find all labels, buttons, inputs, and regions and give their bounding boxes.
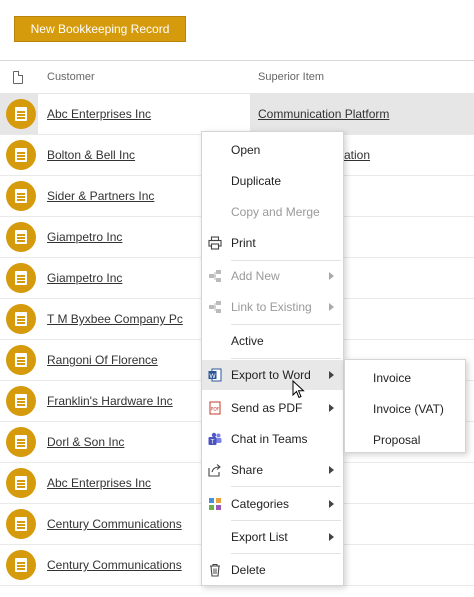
link-existing-icon bbox=[209, 301, 221, 313]
printer-icon bbox=[208, 236, 222, 250]
record-icon bbox=[6, 140, 36, 170]
list-header: Customer Superior Item bbox=[0, 60, 474, 94]
context-menu: Open Duplicate Copy and Merge Print Add … bbox=[201, 131, 344, 586]
categories-icon bbox=[209, 498, 221, 510]
chevron-right-icon bbox=[329, 466, 334, 474]
chevron-right-icon bbox=[329, 371, 334, 379]
menu-item-active[interactable]: Active bbox=[202, 326, 343, 356]
menu-item-delete[interactable]: Delete bbox=[202, 555, 343, 585]
column-header-customer[interactable]: Customer bbox=[47, 71, 95, 83]
menu-separator bbox=[231, 324, 341, 325]
document-icon bbox=[13, 70, 24, 84]
svg-text:PDF: PDF bbox=[211, 407, 220, 413]
record-icon bbox=[6, 427, 36, 457]
record-icon bbox=[6, 345, 36, 375]
table-row[interactable]: Abc Enterprises Inc Communication Platfo… bbox=[0, 94, 474, 135]
export-to-word-submenu: Invoice Invoice (VAT) Proposal bbox=[344, 359, 466, 453]
submenu-item-invoice[interactable]: Invoice bbox=[345, 362, 465, 392]
menu-item-categories[interactable]: Categories bbox=[202, 489, 343, 519]
menu-item-send-as-pdf[interactable]: PDF Send as PDF bbox=[202, 393, 343, 423]
menu-item-export-list[interactable]: Export List bbox=[202, 522, 343, 552]
column-header-superior-item[interactable]: Superior Item bbox=[258, 71, 324, 83]
superior-item-link[interactable]: Communication Platform bbox=[258, 107, 389, 121]
record-icon bbox=[6, 222, 36, 252]
record-icon bbox=[6, 263, 36, 293]
menu-separator bbox=[231, 520, 341, 521]
menu-item-open[interactable]: Open bbox=[202, 135, 343, 165]
svg-text:W: W bbox=[209, 372, 216, 380]
customer-link[interactable]: Rangoni Of Florence bbox=[47, 353, 158, 367]
chevron-right-icon bbox=[329, 533, 334, 541]
record-icon bbox=[6, 509, 36, 539]
menu-separator bbox=[231, 486, 341, 487]
chevron-right-icon bbox=[329, 303, 334, 311]
record-icon bbox=[6, 468, 36, 498]
submenu-item-invoice-vat[interactable]: Invoice (VAT) bbox=[345, 393, 465, 423]
submenu-item-proposal[interactable]: Proposal bbox=[345, 424, 465, 454]
mouse-cursor-icon bbox=[292, 380, 305, 399]
menu-item-duplicate[interactable]: Duplicate bbox=[202, 166, 343, 196]
add-new-icon bbox=[209, 270, 221, 282]
customer-link[interactable]: Franklin's Hardware Inc bbox=[47, 394, 173, 408]
menu-item-share[interactable]: Share bbox=[202, 455, 343, 485]
menu-item-export-to-word[interactable]: W Export to Word bbox=[202, 360, 343, 390]
customer-link[interactable]: Bolton & Bell Inc bbox=[47, 148, 135, 162]
share-icon bbox=[208, 464, 221, 477]
customer-link[interactable]: Century Communications bbox=[47, 558, 182, 572]
chevron-right-icon bbox=[329, 500, 334, 508]
customer-link[interactable]: Abc Enterprises Inc bbox=[47, 107, 151, 121]
chevron-right-icon bbox=[329, 404, 334, 412]
superior-item-link[interactable]: ation bbox=[344, 148, 370, 162]
record-icon bbox=[6, 304, 36, 334]
record-icon bbox=[6, 550, 36, 580]
teams-icon: T bbox=[208, 432, 222, 445]
customer-link[interactable]: Giampetro Inc bbox=[47, 271, 122, 285]
word-icon: W bbox=[208, 368, 222, 382]
customer-link[interactable]: T M Byxbee Company Pc bbox=[47, 312, 183, 326]
customer-link[interactable]: Giampetro Inc bbox=[47, 230, 122, 244]
trash-icon bbox=[210, 563, 220, 577]
record-icon bbox=[6, 99, 36, 129]
new-bookkeeping-record-button[interactable]: New Bookkeeping Record bbox=[14, 16, 186, 42]
menu-item-print[interactable]: Print bbox=[202, 228, 343, 258]
customer-link[interactable]: Century Communications bbox=[47, 517, 182, 531]
customer-link[interactable]: Dorl & Son Inc bbox=[47, 435, 124, 449]
customer-link[interactable]: Abc Enterprises Inc bbox=[47, 476, 151, 490]
menu-separator bbox=[231, 358, 341, 359]
menu-item-add-new[interactable]: Add New bbox=[202, 261, 343, 291]
customer-link[interactable]: Sider & Partners Inc bbox=[47, 189, 154, 203]
menu-separator bbox=[231, 553, 341, 554]
chevron-right-icon bbox=[329, 272, 334, 280]
menu-item-chat-in-teams[interactable]: T Chat in Teams bbox=[202, 424, 343, 454]
pdf-icon: PDF bbox=[209, 401, 221, 415]
menu-item-copy-and-merge[interactable]: Copy and Merge bbox=[202, 197, 343, 227]
menu-item-link-to-existing[interactable]: Link to Existing bbox=[202, 292, 343, 322]
svg-text:T: T bbox=[210, 438, 215, 445]
record-icon bbox=[6, 181, 36, 211]
record-icon bbox=[6, 386, 36, 416]
